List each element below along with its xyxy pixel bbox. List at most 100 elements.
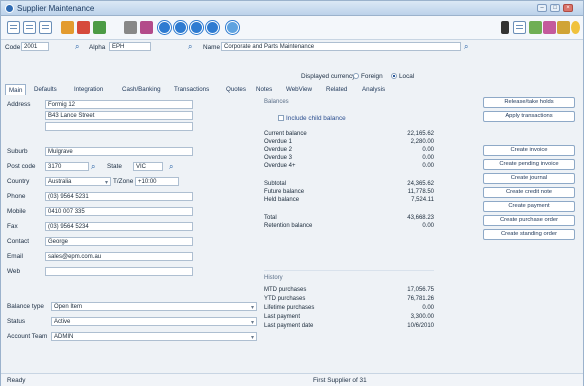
postcode-lookup-icon[interactable]: ⌕ (91, 162, 99, 171)
balance-row: Overdue 2 0.00 (264, 147, 434, 153)
history-row: Last payment 3,300.00 (264, 314, 434, 320)
close-button[interactable]: × (563, 4, 573, 12)
link-icon[interactable] (543, 21, 556, 34)
create-pending-invoice-button[interactable]: Create pending invoice (483, 159, 575, 170)
barcode-icon[interactable] (501, 21, 509, 34)
account-team-dropdown[interactable]: ADMIN ▾ (51, 332, 257, 341)
apply-transactions-button[interactable]: Apply transactions (483, 111, 575, 122)
contact-label: Contact (7, 238, 30, 245)
record-position: First Supplier of 31 (313, 377, 367, 384)
balances-heading: Balances (264, 99, 289, 105)
last-record-icon[interactable] (206, 21, 219, 34)
web-label: Web (7, 268, 21, 275)
alpha-lookup-icon[interactable]: ⌕ (188, 42, 196, 51)
address-line1-field[interactable]: Formig 12 (45, 100, 193, 109)
warning-icon[interactable] (557, 21, 570, 34)
tab-transactions[interactable]: Transactions (171, 84, 212, 95)
address-label: Address (7, 101, 31, 108)
balance-type-dropdown[interactable]: Open Item ▾ (51, 302, 257, 311)
chevron-down-icon: ▾ (250, 320, 254, 326)
currency-local-option[interactable]: Local (391, 73, 414, 80)
code-lookup-icon[interactable]: ⌕ (75, 42, 83, 51)
tab-quotes[interactable]: Quotes (223, 84, 249, 95)
maximize-button[interactable]: □ (550, 4, 560, 12)
window-title: Supplier Maintenance (17, 4, 95, 13)
postcode-field[interactable]: 3170 (45, 162, 89, 171)
currency-foreign-option[interactable]: Foreign (353, 73, 383, 80)
create-payment-button[interactable]: Create payment (483, 201, 575, 212)
status-bar: Ready First Supplier of 31 (1, 373, 583, 386)
local-radio[interactable] (391, 73, 397, 80)
copy-icon[interactable] (23, 21, 36, 34)
pin-icon[interactable] (61, 21, 74, 34)
phone-field[interactable]: (03) 9564 5231 (45, 192, 193, 201)
code-field[interactable]: 2001 (21, 42, 49, 51)
attach-icon[interactable] (529, 21, 542, 34)
tab-related[interactable]: Related (323, 84, 350, 95)
country-dropdown[interactable]: Australia ▾ (45, 177, 111, 186)
next-record-icon[interactable] (190, 21, 203, 34)
mobile-field[interactable]: 0410 007 335 (45, 207, 193, 216)
status-dropdown[interactable]: Active ▾ (51, 317, 257, 326)
create-standing-order-button[interactable]: Create standing order (483, 229, 575, 240)
balances-panel: Balances Include child balance Current b… (264, 95, 474, 375)
chevron-down-icon: ▾ (250, 305, 254, 311)
suburb-field[interactable]: Mulgrave (45, 147, 193, 156)
tab-notes[interactable]: Notes (253, 84, 275, 95)
address-line3-field[interactable] (45, 122, 193, 131)
release-holds-button[interactable]: Release/take holds (483, 97, 575, 108)
balance-row: Overdue 3 0.00 (264, 155, 434, 161)
tab-integration[interactable]: Integration (71, 84, 106, 95)
help-icon[interactable] (571, 21, 580, 34)
alpha-label: Alpha (89, 44, 106, 51)
address-line2-field[interactable]: B43 Lance Street (45, 111, 193, 120)
alpha-field[interactable]: EPH (109, 42, 151, 51)
create-journal-button[interactable]: Create journal (483, 173, 575, 184)
report-icon[interactable] (513, 21, 526, 34)
history-row: YTD purchases 76,781.26 (264, 296, 434, 302)
country-label: Country (7, 178, 30, 185)
toolbar (1, 16, 583, 40)
minimize-button[interactable]: – (537, 4, 547, 12)
contact-field[interactable]: George (45, 237, 193, 246)
create-credit-note-button[interactable]: Create credit note (483, 187, 575, 198)
status-label: Status (7, 318, 26, 325)
new-icon[interactable] (7, 21, 20, 34)
include-child-checkbox[interactable]: Include child balance (278, 115, 346, 122)
tab-main[interactable]: Main (5, 84, 27, 95)
account-team-value: ADMIN (54, 334, 74, 340)
fax-field[interactable]: (03) 9564 5234 (45, 222, 193, 231)
save-icon[interactable] (39, 21, 52, 34)
previous-record-icon[interactable] (174, 21, 187, 34)
main-form-panel: Address Formig 12 B43 Lance Street Subur… (5, 95, 257, 375)
balance-row: Retention balance 0.00 (264, 223, 434, 229)
balance-row: Future balance 11,778.50 (264, 189, 434, 195)
first-record-icon[interactable] (158, 21, 171, 34)
foreign-radio[interactable] (353, 73, 359, 80)
edit-icon[interactable] (140, 21, 153, 34)
name-field[interactable]: Corporate and Parts Maintenance (221, 42, 461, 51)
code-label: Code (5, 44, 21, 51)
create-invoice-button[interactable]: Create invoice (483, 145, 575, 156)
email-field[interactable]: sales@epm.com.au (45, 252, 193, 261)
grid-icon[interactable] (93, 21, 106, 34)
name-lookup-icon[interactable]: ⌕ (464, 42, 472, 51)
binoculars-icon[interactable] (124, 21, 137, 34)
tab-cash-banking[interactable]: Cash/Banking (119, 84, 164, 95)
tzone-field[interactable]: +10:00 (135, 177, 179, 186)
tab-defaults[interactable]: Defaults (31, 84, 60, 95)
state-field[interactable]: VIC (133, 162, 163, 171)
web-field[interactable] (45, 267, 193, 276)
balance-type-value: Open Item (54, 304, 83, 310)
balance-row: Overdue 4+ 0.00 (264, 163, 434, 169)
search-record-icon[interactable] (226, 21, 239, 34)
state-lookup-icon[interactable]: ⌕ (169, 162, 177, 171)
checkbox-icon[interactable] (278, 115, 284, 122)
divider (264, 270, 434, 271)
tab-analysis[interactable]: Analysis (359, 84, 388, 95)
delete-icon[interactable] (77, 21, 90, 34)
create-purchase-order-button[interactable]: Create purchase order (483, 215, 575, 226)
country-value: Australia (48, 179, 72, 185)
tab-webview[interactable]: WebView (283, 84, 315, 95)
state-label: State (107, 163, 122, 170)
